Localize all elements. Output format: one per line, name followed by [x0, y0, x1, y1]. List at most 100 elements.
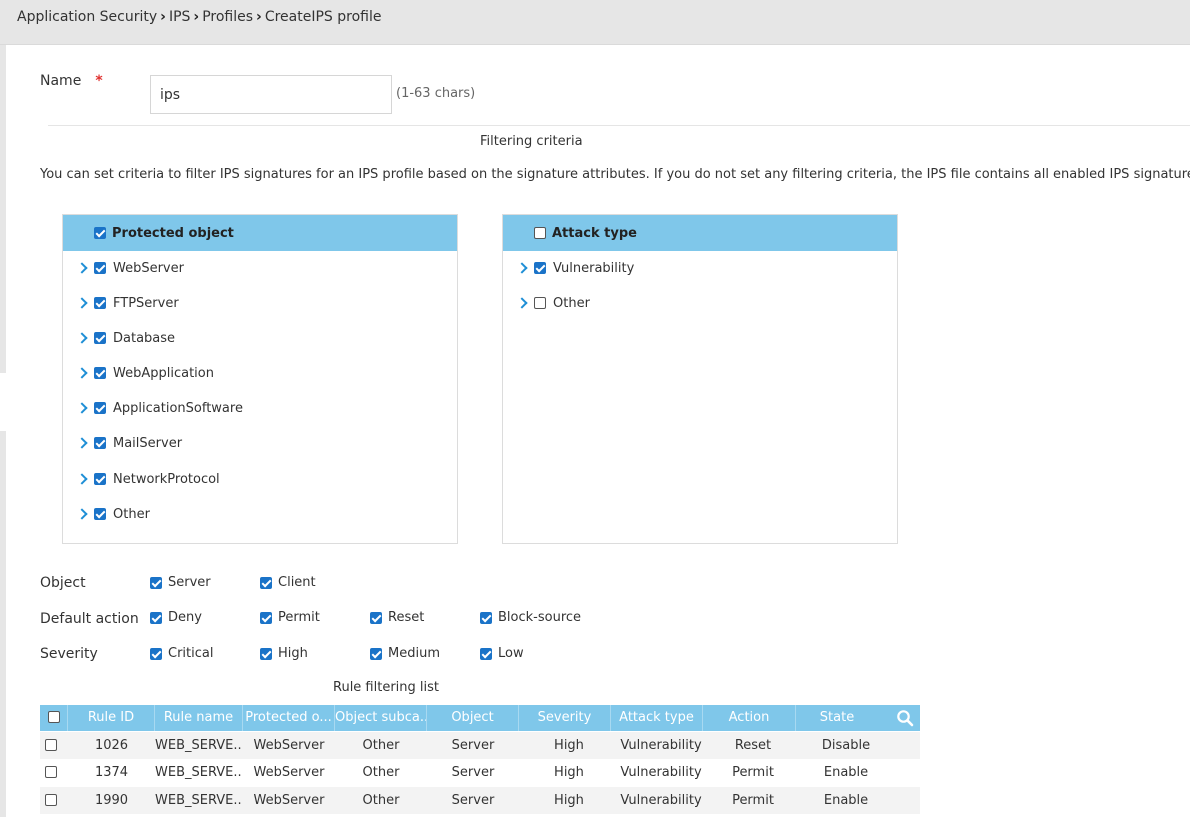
cell-object: Server	[451, 793, 495, 808]
object-server-option[interactable]: Server	[150, 575, 211, 590]
deny-checkbox[interactable]	[150, 611, 162, 624]
row-checkbox[interactable]	[45, 766, 57, 778]
chevron-right-icon[interactable]	[76, 261, 90, 275]
tree-item-database[interactable]: Database	[76, 328, 175, 348]
table-row[interactable]: 1990 WEB_SERVE... WebServer Other Server…	[40, 787, 920, 814]
database-checkbox[interactable]	[94, 332, 106, 344]
chevron-right-icon[interactable]	[76, 507, 90, 521]
tree-item-other-attack[interactable]: Other	[516, 293, 590, 313]
table-header: Rule ID Rule name Protected o... Object …	[40, 705, 920, 731]
tree-item-mailserver[interactable]: MailServer	[76, 433, 182, 453]
tree-item-label: NetworkProtocol	[113, 471, 220, 487]
left-edge-bar	[0, 45, 6, 373]
permit-checkbox[interactable]	[260, 611, 272, 624]
cell-severity: High	[554, 738, 584, 753]
tree-item-vulnerability[interactable]: Vulnerability	[516, 258, 634, 278]
action-permit-option[interactable]: Permit	[260, 610, 320, 625]
search-icon[interactable]	[896, 709, 914, 727]
row-checkbox[interactable]	[45, 794, 57, 806]
high-checkbox[interactable]	[260, 647, 272, 660]
block-source-checkbox[interactable]	[480, 611, 492, 624]
other-checkbox[interactable]	[94, 508, 106, 520]
chevron-right-icon[interactable]	[76, 401, 90, 415]
severity-label: Severity	[40, 646, 98, 662]
filtering-criteria-title: Filtering criteria	[480, 134, 583, 149]
chevron-right-icon[interactable]	[516, 296, 530, 310]
object-client-option[interactable]: Client	[260, 575, 316, 590]
breadcrumb-current: CreateIPS profile	[264, 9, 382, 25]
breadcrumb-ips[interactable]: IPS	[169, 9, 190, 25]
severity-high-option[interactable]: High	[260, 646, 308, 661]
severity-low-option[interactable]: Low	[480, 646, 524, 661]
client-checkbox[interactable]	[260, 576, 272, 589]
tree-item-label: FTPServer	[113, 295, 179, 311]
other-attack-checkbox[interactable]	[534, 297, 546, 309]
medium-checkbox[interactable]	[370, 647, 382, 660]
vulnerability-checkbox[interactable]	[534, 262, 546, 274]
option-label: High	[278, 646, 308, 661]
critical-checkbox[interactable]	[150, 647, 162, 660]
option-label: Permit	[278, 610, 320, 625]
chevron-right-icon[interactable]	[76, 331, 90, 345]
protected-object-select-all-checkbox[interactable]	[94, 227, 106, 239]
reset-checkbox[interactable]	[370, 611, 382, 624]
default-action-label: Default action	[40, 611, 139, 627]
option-label: Client	[278, 575, 316, 590]
top-bar: Application Security › IPS › Profiles › …	[0, 0, 1190, 45]
column-object-subcategory[interactable]: Object subca...	[335, 705, 427, 731]
networkprotocol-checkbox[interactable]	[94, 473, 106, 485]
tree-item-ftpserver[interactable]: FTPServer	[76, 293, 179, 313]
cell-state: Enable	[823, 793, 869, 808]
column-action[interactable]: Action	[703, 705, 796, 731]
breadcrumb-profiles[interactable]: Profiles	[202, 9, 253, 25]
tree-item-other[interactable]: Other	[76, 504, 150, 524]
column-state[interactable]: State	[796, 705, 878, 731]
cell-rule-id: 1374	[94, 765, 129, 780]
breadcrumb-application-security[interactable]: Application Security	[17, 9, 157, 25]
cell-state: Enable	[823, 765, 869, 780]
mailserver-checkbox[interactable]	[94, 437, 106, 449]
severity-medium-option[interactable]: Medium	[370, 646, 440, 661]
action-reset-option[interactable]: Reset	[370, 610, 424, 625]
column-object[interactable]: Object	[427, 705, 519, 731]
applicationsoftware-checkbox[interactable]	[94, 402, 106, 414]
tree-item-label: WebServer	[113, 260, 184, 276]
ftpserver-checkbox[interactable]	[94, 297, 106, 309]
column-severity[interactable]: Severity	[519, 705, 611, 731]
chevron-right-icon[interactable]	[516, 261, 530, 275]
action-block-source-option[interactable]: Block-source	[480, 610, 581, 625]
severity-critical-option[interactable]: Critical	[150, 646, 213, 661]
tree-item-applicationsoftware[interactable]: ApplicationSoftware	[76, 398, 243, 418]
column-rule-name[interactable]: Rule name	[155, 705, 243, 731]
column-attack-type[interactable]: Attack type	[611, 705, 703, 731]
cell-rule-name: WEB_SERVE...	[155, 738, 243, 753]
chevron-right-icon[interactable]	[76, 472, 90, 486]
server-checkbox[interactable]	[150, 576, 162, 589]
cell-severity: High	[554, 765, 584, 780]
select-all-rows-checkbox[interactable]	[47, 710, 60, 723]
name-input[interactable]	[150, 75, 392, 114]
attack-type-select-all-checkbox[interactable]	[534, 227, 546, 239]
table-row[interactable]: 1026 WEB_SERVE... WebServer Other Server…	[40, 732, 920, 759]
cell-action: Reset	[734, 738, 772, 753]
webserver-checkbox[interactable]	[94, 262, 106, 274]
row-checkbox[interactable]	[45, 739, 57, 751]
low-checkbox[interactable]	[480, 647, 492, 660]
cell-protected-object: WebServer	[253, 765, 325, 780]
tree-item-webserver[interactable]: WebServer	[76, 258, 184, 278]
cell-object: Server	[451, 765, 495, 780]
tree-item-networkprotocol[interactable]: NetworkProtocol	[76, 469, 220, 489]
tree-item-webapplication[interactable]: WebApplication	[76, 363, 214, 383]
name-label-text: Name	[40, 73, 82, 89]
chevron-right-icon[interactable]	[76, 366, 90, 380]
column-protected-object[interactable]: Protected o...	[243, 705, 335, 731]
table-row[interactable]: 1374 WEB_SERVE... WebServer Other Server…	[40, 759, 920, 786]
column-rule-id[interactable]: Rule ID	[68, 705, 155, 731]
webapplication-checkbox[interactable]	[94, 367, 106, 379]
chevron-right-icon[interactable]	[76, 436, 90, 450]
protected-object-panel: Protected object WebServer FTPServer Dat…	[62, 214, 458, 544]
name-hint: (1-63 chars)	[396, 86, 476, 101]
action-deny-option[interactable]: Deny	[150, 610, 202, 625]
cell-rule-id: 1026	[94, 738, 129, 753]
chevron-right-icon[interactable]	[76, 296, 90, 310]
